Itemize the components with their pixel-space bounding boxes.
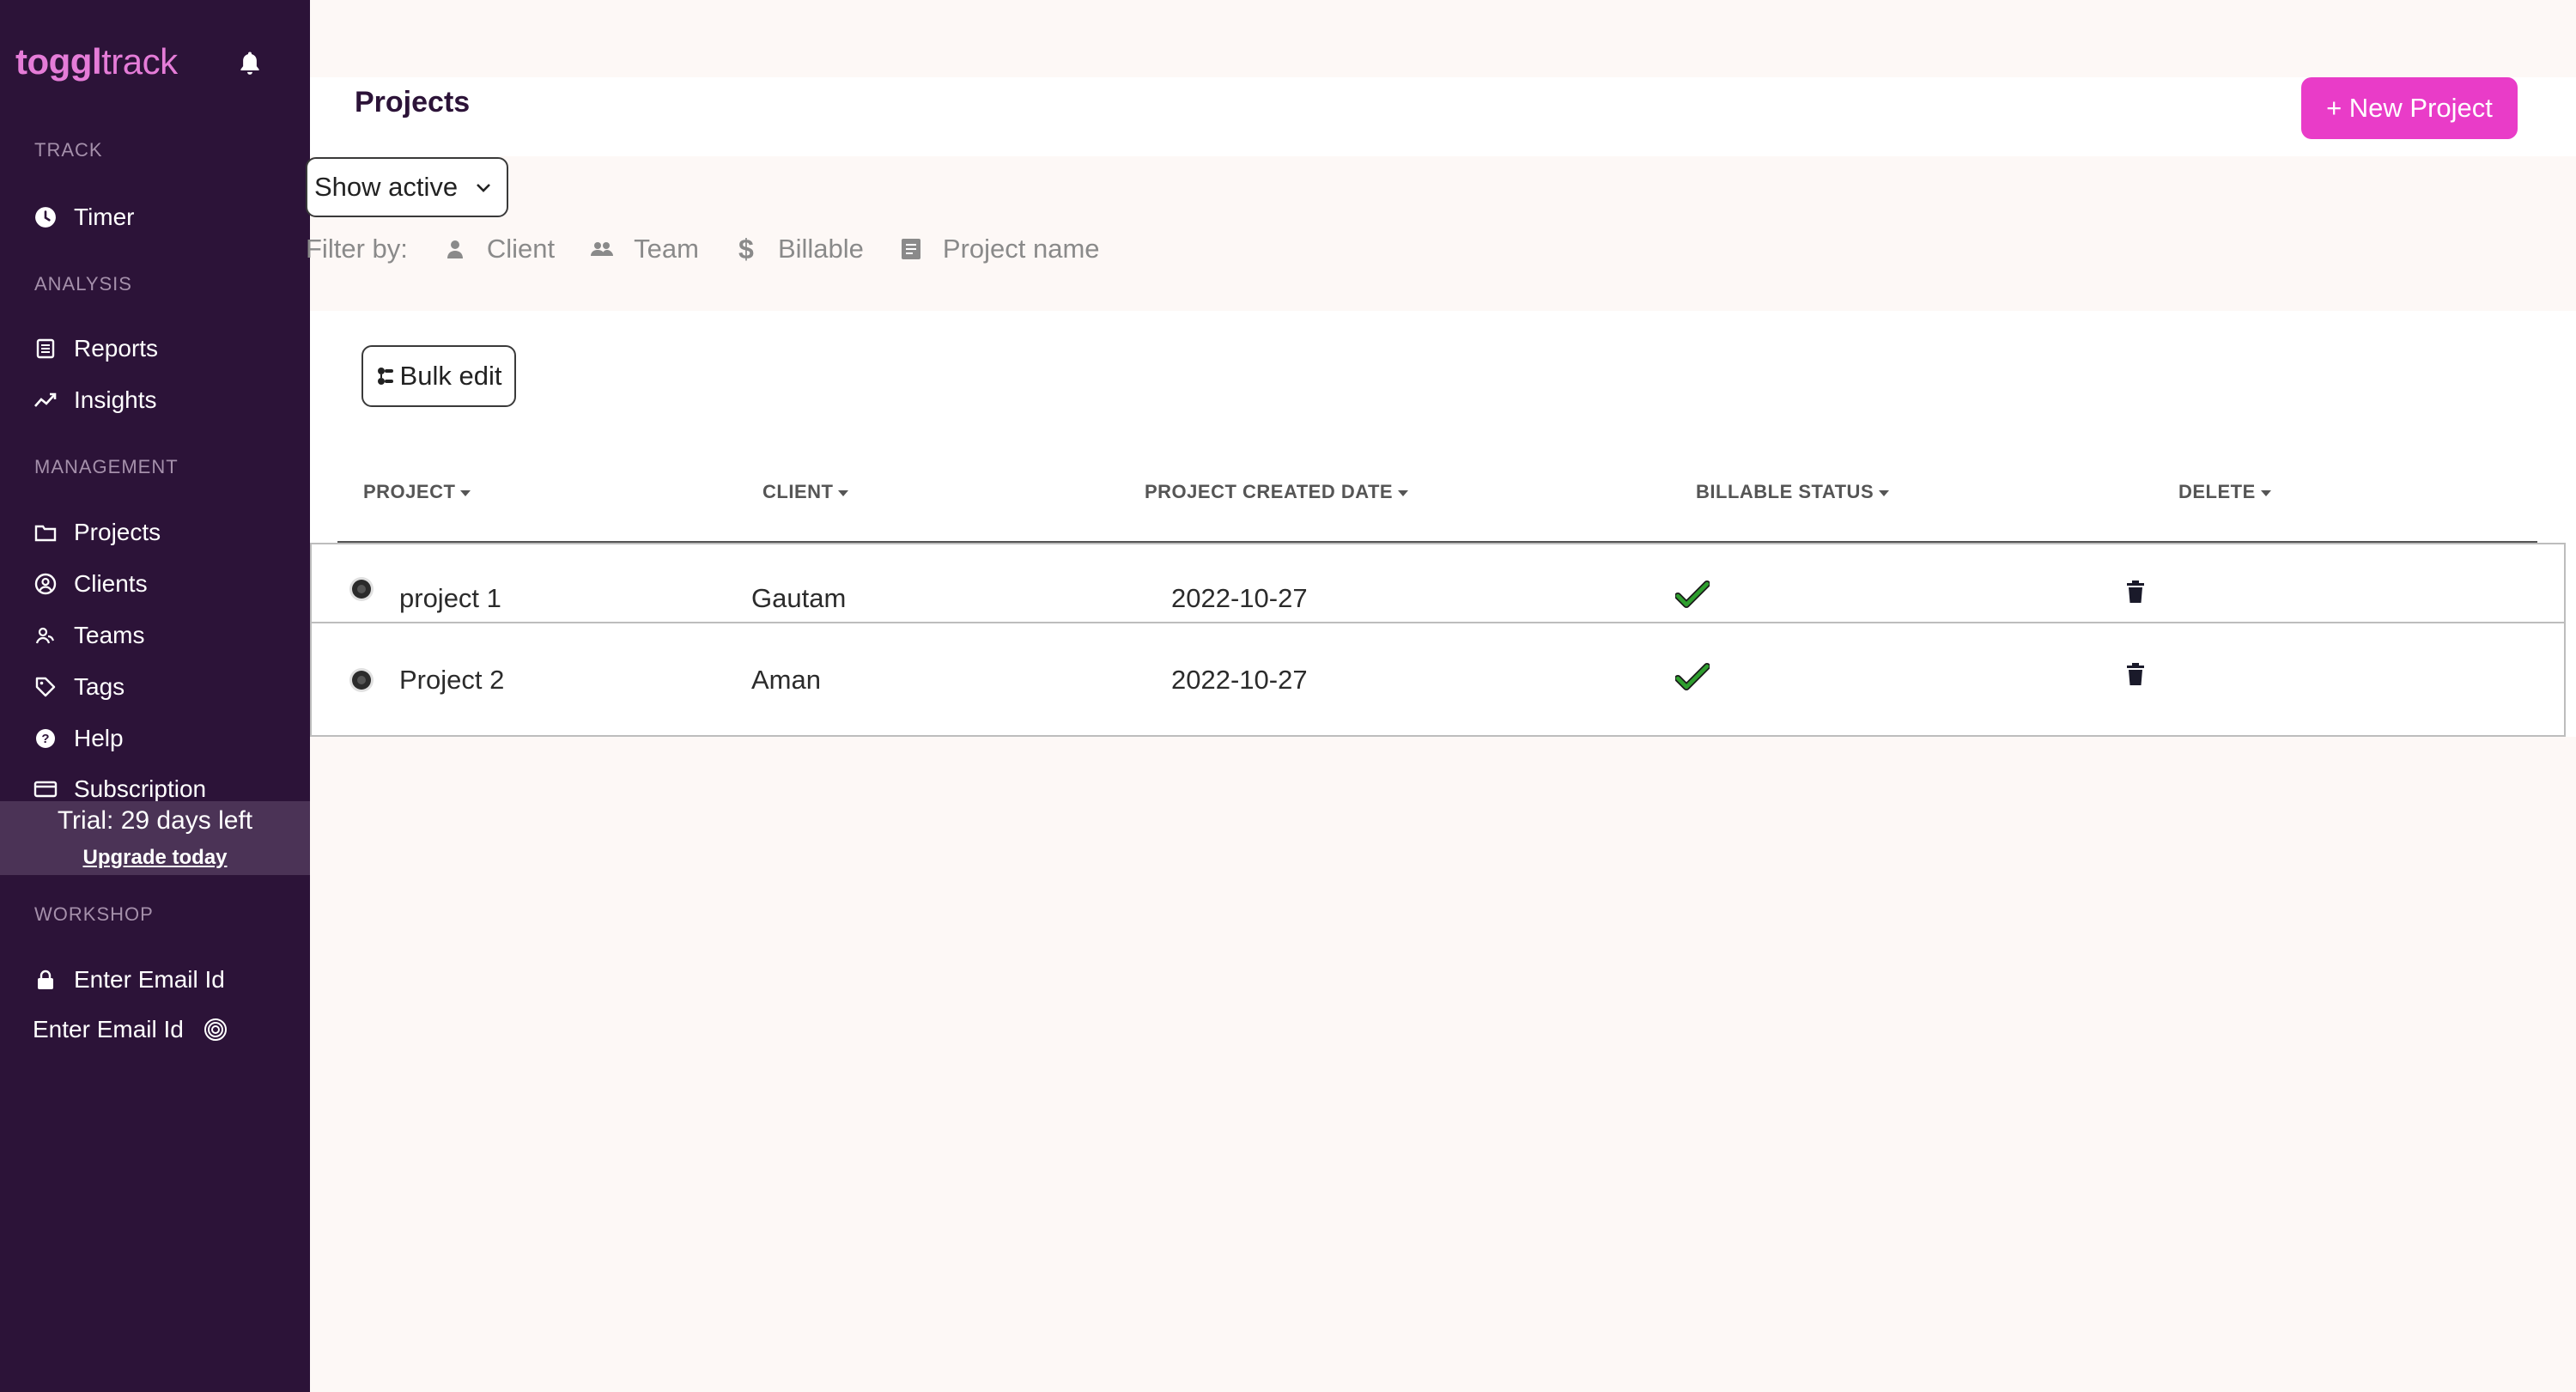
lock-icon bbox=[33, 967, 58, 993]
client-name: Aman bbox=[751, 665, 821, 695]
filter-client-label: Client bbox=[486, 234, 556, 264]
header-bar bbox=[310, 77, 2576, 156]
sidebar-item-label: Teams bbox=[74, 622, 145, 648]
dollar-icon: $ bbox=[738, 233, 754, 264]
trash-icon[interactable] bbox=[2126, 580, 2145, 604]
email-entry-label: Enter Email Id bbox=[33, 1016, 184, 1042]
project-color-dot-icon bbox=[349, 668, 374, 692]
filter-billable-label: Billable bbox=[777, 234, 864, 264]
sidebar-item-label: Subscription bbox=[74, 775, 207, 802]
svg-text:?: ? bbox=[41, 732, 49, 746]
project-name[interactable]: project 1 bbox=[399, 583, 501, 614]
filter-team-label: Team bbox=[634, 234, 699, 264]
page-title: Projects bbox=[355, 86, 471, 119]
filter-team[interactable]: Team bbox=[589, 234, 699, 264]
sidebar-item-insights[interactable]: Insights bbox=[33, 383, 157, 417]
sidebar-item-clients[interactable]: Clients bbox=[33, 567, 148, 601]
credit-card-icon bbox=[33, 776, 58, 802]
team-icon bbox=[589, 236, 615, 262]
team-icon bbox=[33, 623, 58, 648]
column-header-project[interactable]: PROJECT bbox=[363, 481, 471, 503]
new-project-button[interactable]: + New Project bbox=[2301, 77, 2518, 139]
section-management: MANAGEMENT bbox=[34, 456, 179, 477]
created-date: 2022-10-27 bbox=[1171, 583, 1308, 613]
filter-project-name[interactable]: Project name bbox=[898, 234, 1100, 264]
column-header-created-date[interactable]: PROJECT CREATED DATE bbox=[1145, 481, 1409, 503]
logo-light-text: track bbox=[101, 41, 178, 82]
project-color-dot-icon bbox=[349, 577, 374, 601]
sidebar-item-label: Clients bbox=[74, 570, 148, 597]
trash-icon[interactable] bbox=[2126, 662, 2145, 686]
column-header-label: BILLABLE STATUS bbox=[1696, 481, 1874, 502]
project-name[interactable]: Project 2 bbox=[399, 665, 504, 696]
table-row[interactable]: Project 2 Aman 2022-10-27 bbox=[310, 622, 2566, 737]
document-icon bbox=[898, 236, 924, 262]
section-track: TRACK bbox=[34, 139, 103, 161]
target-icon bbox=[204, 1018, 227, 1041]
trial-banner: Trial: 29 days left Upgrade today bbox=[0, 801, 310, 875]
sidebar-item-timer[interactable]: Timer bbox=[33, 200, 135, 234]
sidebar-item-teams[interactable]: Teams bbox=[33, 618, 144, 653]
trend-icon bbox=[33, 387, 58, 413]
sidebar-item-label: Help bbox=[74, 725, 124, 751]
sidebar-item-tags[interactable]: Tags bbox=[33, 670, 125, 704]
caret-down-icon bbox=[1879, 489, 1890, 496]
sidebar-item-help[interactable]: ? Help bbox=[33, 721, 124, 756]
bulk-edit-label: Bulk edit bbox=[399, 361, 502, 391]
person-icon bbox=[442, 236, 468, 262]
sidebar-item-label: Timer bbox=[74, 204, 135, 230]
section-analysis: ANALYSIS bbox=[34, 273, 132, 295]
sidebar-item-reports[interactable]: Reports bbox=[33, 331, 158, 366]
column-header-label: DELETE bbox=[2178, 481, 2256, 502]
logo-bold-text: toggl bbox=[15, 41, 102, 82]
folder-icon bbox=[33, 520, 58, 545]
column-header-client[interactable]: CLIENT bbox=[762, 481, 849, 503]
created-date: 2022-10-27 bbox=[1171, 665, 1308, 695]
sidebar-item-projects[interactable]: Projects bbox=[33, 515, 161, 550]
toggl-track-logo[interactable]: toggltrack bbox=[15, 41, 178, 82]
caret-down-icon bbox=[838, 489, 849, 496]
status-select[interactable]: Show active bbox=[306, 157, 508, 217]
column-header-label: PROJECT CREATED DATE bbox=[1145, 481, 1394, 502]
sidebar-item-label: Projects bbox=[74, 519, 161, 545]
column-header-delete[interactable]: DELETE bbox=[2178, 481, 2271, 503]
clock-icon bbox=[33, 204, 58, 230]
caret-down-icon bbox=[2260, 489, 2271, 496]
chevron-down-icon bbox=[477, 184, 490, 192]
section-workshop: WORKSHOP bbox=[34, 903, 154, 925]
sidebar-item-label: Insights bbox=[74, 386, 157, 413]
sidebar-item-label: Enter Email Id bbox=[74, 966, 225, 993]
filter-client[interactable]: Client bbox=[442, 234, 555, 264]
billable-check-icon bbox=[1675, 581, 1710, 608]
sidebar: toggltrack TRACK Timer ANALYSIS Reports … bbox=[0, 0, 310, 1392]
filter-label: Filter by: bbox=[306, 234, 408, 264]
sidebar-item-label: Reports bbox=[74, 335, 159, 362]
sidebar-item-workshop-email[interactable]: Enter Email Id bbox=[33, 963, 225, 997]
bulk-edit-icon bbox=[377, 368, 393, 385]
column-header-label: PROJECT bbox=[363, 481, 456, 502]
caret-down-icon bbox=[460, 489, 471, 496]
filter-bar: Filter by: Client Team $ Billable Projec… bbox=[306, 230, 1134, 268]
status-select-value: Show active bbox=[314, 172, 459, 202]
tag-icon bbox=[33, 674, 58, 700]
filter-billable[interactable]: $ Billable bbox=[733, 234, 864, 264]
email-entry-item[interactable]: Enter Email Id bbox=[33, 1016, 228, 1043]
filter-project-name-label: Project name bbox=[942, 234, 1100, 264]
report-icon bbox=[33, 336, 58, 362]
client-name: Gautam bbox=[751, 583, 847, 613]
user-circle-icon bbox=[33, 571, 58, 597]
table-row[interactable]: project 1 Gautam 2022-10-27 bbox=[310, 543, 2566, 623]
column-header-label: CLIENT bbox=[762, 481, 834, 502]
billable-check-icon bbox=[1675, 663, 1710, 690]
bulk-edit-button[interactable]: Bulk edit bbox=[361, 345, 516, 407]
caret-down-icon bbox=[1398, 489, 1409, 496]
sidebar-item-label: Tags bbox=[74, 673, 125, 700]
bell-icon[interactable] bbox=[237, 50, 263, 77]
trial-text: Trial: 29 days left bbox=[57, 806, 253, 835]
help-icon: ? bbox=[33, 726, 58, 751]
column-header-billable-status[interactable]: BILLABLE STATUS bbox=[1696, 481, 1890, 503]
upgrade-link[interactable]: Upgrade today bbox=[0, 846, 310, 870]
